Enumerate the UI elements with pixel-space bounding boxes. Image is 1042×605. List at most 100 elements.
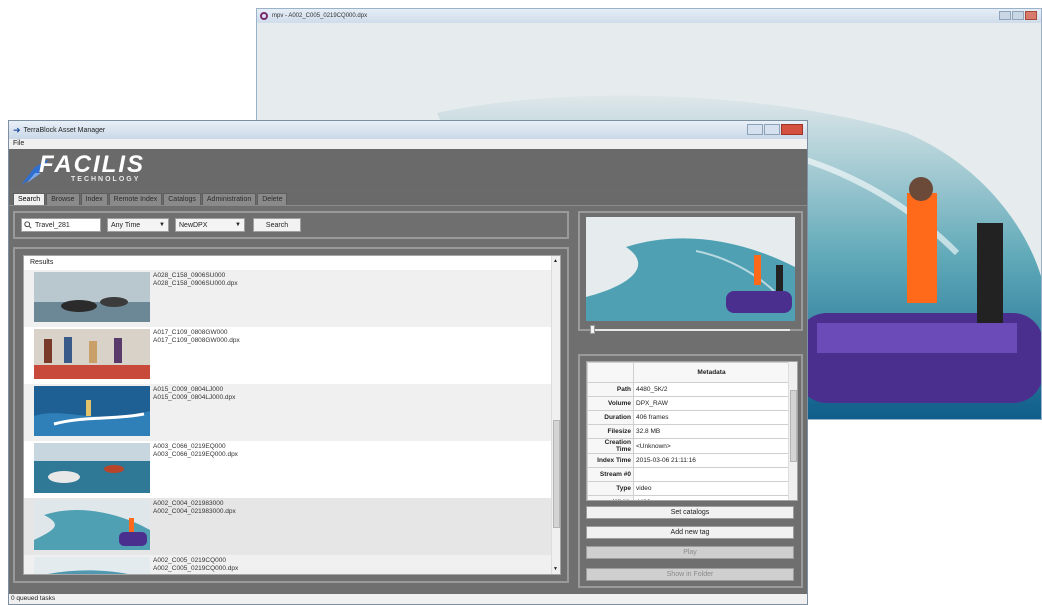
result-file-name: A028_C158_0906SU000.dpx bbox=[153, 280, 238, 287]
scroll-down-icon[interactable]: ▼ bbox=[553, 566, 558, 572]
results-scroll-thumb[interactable] bbox=[553, 420, 560, 528]
maximize-button[interactable] bbox=[764, 124, 780, 135]
metadata-scrollbar[interactable] bbox=[788, 362, 797, 500]
metadata-row: Duration 406 frames bbox=[587, 410, 790, 425]
metadata-value: <Unknown> bbox=[633, 438, 790, 454]
result-row[interactable]: A028_C158_0906SU000 A028_C158_0906SU000.… bbox=[24, 270, 560, 327]
results-header: Results bbox=[30, 259, 54, 266]
metadata-value: video bbox=[633, 481, 790, 496]
result-clip-name: A002_C004_021983000 bbox=[153, 500, 224, 507]
set-catalogs-button[interactable]: Set catalogs bbox=[586, 506, 794, 519]
result-thumbnail bbox=[34, 500, 150, 550]
result-thumbnail bbox=[34, 272, 150, 322]
result-thumbnail bbox=[34, 557, 150, 574]
time-filter-value: Any Time bbox=[111, 221, 141, 229]
metadata-value: 4480_5K/2 bbox=[633, 382, 790, 397]
preview-image[interactable] bbox=[586, 217, 795, 321]
mpv-minimize-button[interactable] bbox=[999, 11, 1011, 20]
search-button[interactable]: Search bbox=[253, 218, 301, 232]
mpv-titlebar[interactable]: mpv - A002_C005_0219CQ000.dpx bbox=[257, 9, 1041, 23]
result-clip-name: A028_C158_0906SU000 bbox=[153, 272, 226, 279]
brand-logo-subtext: TECHNOLOGY bbox=[71, 176, 141, 183]
metadata-row: Volume DPX_RAW bbox=[587, 396, 790, 411]
mpv-maximize-button[interactable] bbox=[1012, 11, 1024, 20]
close-button[interactable] bbox=[781, 124, 803, 135]
volume-filter-value: NewDPX bbox=[179, 221, 208, 229]
main-titlebar[interactable]: ➜ TerraBlock Asset Manager bbox=[9, 121, 807, 139]
metadata-row: Index Time 2015-03-06 21:11:16 bbox=[587, 453, 790, 468]
menubar: File bbox=[9, 139, 807, 149]
time-filter-select[interactable]: Any Time ▼ bbox=[107, 218, 169, 232]
show-in-folder-button[interactable]: Show in Folder bbox=[586, 568, 794, 581]
metadata-row: Filesize 32.8 MB bbox=[587, 424, 790, 439]
playback-slider-handle[interactable] bbox=[590, 325, 595, 334]
metadata-key: Volume bbox=[587, 396, 634, 411]
result-row[interactable]: A002_C005_0219CQ000 A002_C005_0219CQ000.… bbox=[24, 555, 560, 574]
result-file-name: A003_C066_0219EQ000.dpx bbox=[153, 451, 238, 458]
metadata-row: Type video bbox=[587, 481, 790, 496]
menu-file[interactable]: File bbox=[13, 140, 24, 147]
metadata-key: Stream #0 bbox=[587, 467, 634, 482]
result-row[interactable]: A015_C009_0804LJ000 A015_C009_0804LJ000.… bbox=[24, 384, 560, 441]
metadata-row: Stream #0 bbox=[587, 467, 790, 482]
chevron-down-icon: ▼ bbox=[159, 222, 165, 228]
metadata-value: 4480 bbox=[633, 495, 790, 500]
preview-panel bbox=[578, 211, 803, 334]
result-thumbnail bbox=[34, 329, 150, 379]
result-clip-name: A017_C109_0808GW000 bbox=[153, 329, 228, 336]
search-icon bbox=[24, 221, 32, 229]
result-thumbnail bbox=[34, 386, 150, 436]
metadata-key: Index Time bbox=[587, 453, 634, 468]
results-scrollbar[interactable]: ▲ ▼ bbox=[551, 256, 560, 574]
chevron-down-icon: ▼ bbox=[235, 222, 241, 228]
result-row[interactable]: A017_C109_0808GW000 A017_C109_0808GW000.… bbox=[24, 327, 560, 384]
result-file-name: A002_C004_021983000.dpx bbox=[153, 508, 236, 515]
playback-slider-track[interactable] bbox=[590, 329, 790, 331]
metadata-key: Width bbox=[587, 495, 634, 500]
mpv-window-controls bbox=[999, 11, 1037, 20]
brand-header: FACILIS TECHNOLOGY bbox=[9, 149, 807, 189]
metadata-header: Metadata bbox=[633, 362, 790, 383]
mpv-window-title: mpv - A002_C005_0219CQ000.dpx bbox=[272, 13, 368, 19]
metadata-row: Creation Time <Unknown> bbox=[587, 438, 790, 454]
metadata-key: Path bbox=[587, 382, 634, 397]
metadata-key: Creation Time bbox=[587, 438, 634, 454]
results-list[interactable]: Results A028_C158_0906SU000 A028_C158_09… bbox=[23, 255, 561, 575]
metadata-panel: Metadata Path 4480_5K/2 Volume DPX_RAW D… bbox=[578, 354, 803, 588]
metadata-value: 406 frames bbox=[633, 410, 790, 425]
brand-logo-text: FACILIS bbox=[39, 151, 146, 178]
minimize-button[interactable] bbox=[747, 124, 763, 135]
metadata-value bbox=[633, 467, 790, 482]
result-row-selected[interactable]: A002_C004_021983000 A002_C004_021983000.… bbox=[24, 498, 560, 555]
terrablock-app-icon: ➜ bbox=[13, 124, 21, 135]
result-row[interactable]: A003_C066_0219EQ000 A003_C066_0219EQ000.… bbox=[24, 441, 560, 498]
result-clip-name: A003_C066_0219EQ000 bbox=[153, 443, 226, 450]
mpv-close-button[interactable] bbox=[1025, 11, 1037, 20]
scroll-up-icon[interactable]: ▲ bbox=[553, 258, 558, 264]
search-panel: Travel_281 Any Time ▼ NewDPX ▼ Search bbox=[13, 211, 569, 239]
result-file-name: A015_C009_0804LJ000.dpx bbox=[153, 394, 236, 401]
search-tab-content: Travel_281 Any Time ▼ NewDPX ▼ Search Re… bbox=[9, 205, 807, 604]
queued-tasks-status: 0 queued tasks bbox=[11, 595, 56, 602]
metadata-table: Metadata Path 4480_5K/2 Volume DPX_RAW D… bbox=[587, 362, 790, 500]
metadata-scroll-thumb[interactable] bbox=[790, 390, 797, 462]
result-thumbnail bbox=[34, 443, 150, 493]
search-input[interactable]: Travel_281 bbox=[21, 218, 101, 232]
metadata-table-container[interactable]: Metadata Path 4480_5K/2 Volume DPX_RAW D… bbox=[586, 361, 798, 501]
status-bar: 0 queued tasks bbox=[9, 594, 807, 604]
mpv-logo-icon bbox=[260, 12, 268, 20]
main-window-controls bbox=[747, 124, 803, 135]
metadata-key: Filesize bbox=[587, 424, 634, 439]
terrablock-main-window[interactable]: ➜ TerraBlock Asset Manager File FACILIS … bbox=[8, 120, 808, 605]
add-new-tag-button[interactable]: Add new tag bbox=[586, 526, 794, 539]
result-clip-name: A015_C009_0804LJ000 bbox=[153, 386, 224, 393]
search-query-text: Travel_281 bbox=[35, 221, 70, 229]
metadata-row: Width 4480 bbox=[587, 495, 790, 500]
result-file-name: A002_C005_0219CQ000.dpx bbox=[153, 565, 239, 572]
metadata-key: Duration bbox=[587, 410, 634, 425]
play-button[interactable]: Play bbox=[586, 546, 794, 559]
metadata-row: Path 4480_5K/2 bbox=[587, 382, 790, 397]
metadata-corner bbox=[587, 362, 634, 383]
volume-filter-select[interactable]: NewDPX ▼ bbox=[175, 218, 245, 232]
results-panel: Results A028_C158_0906SU000 A028_C158_09… bbox=[13, 247, 569, 583]
